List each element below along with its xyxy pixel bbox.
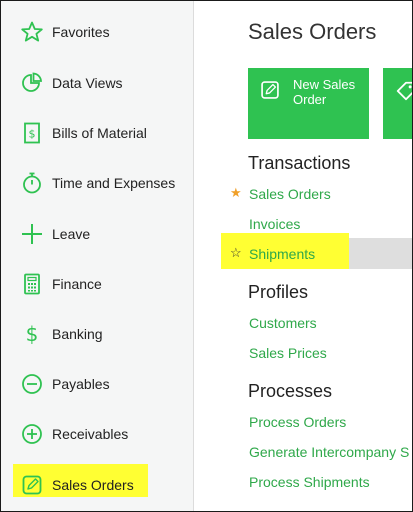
minus-circle-icon [20, 372, 44, 396]
sidebar-item-finance[interactable]: Finance [1, 264, 193, 304]
sidebar-item-label: Receivables [52, 426, 129, 442]
new-sales-order-tile[interactable]: New Sales Order [248, 68, 369, 139]
link-customers[interactable]: Customers [249, 315, 317, 331]
second-tile[interactable] [383, 68, 412, 139]
edit-icon [20, 473, 44, 497]
sidebar-item-leave[interactable]: Leave [1, 214, 193, 254]
sidebar-item-label: Bills of Material [52, 125, 147, 141]
dollar-icon: $ [20, 322, 44, 346]
link-generate-intercompany[interactable]: Generate Intercompany S [249, 444, 409, 460]
sidebar-item-banking[interactable]: $ Banking [1, 314, 193, 354]
sidebar-item-data-views[interactable]: Data Views [1, 63, 193, 103]
link-invoices[interactable]: Invoices [249, 216, 300, 232]
plus-icon [20, 222, 44, 246]
edit-icon [260, 80, 280, 100]
section-title-transactions: Transactions [248, 153, 351, 173]
star-outline-icon[interactable]: ☆ [230, 245, 242, 261]
sidebar-item-receivables[interactable]: Receivables [1, 414, 193, 454]
plus-circle-icon [20, 422, 44, 446]
section-title-processes: Processes [248, 381, 333, 401]
sidebar: Favorites Data Views $ Bills of Material… [1, 1, 194, 511]
sidebar-item-time-and-expenses[interactable]: Time and Expenses [1, 163, 193, 203]
link-process-orders[interactable]: Process Orders [249, 414, 346, 430]
tag-icon [395, 80, 412, 101]
sidebar-item-label: Favorites [52, 24, 110, 40]
calculator-icon [20, 272, 44, 296]
sidebar-item-label: Finance [52, 276, 102, 292]
sidebar-item-favorites[interactable]: Favorites [1, 12, 193, 52]
link-process-shipments[interactable]: Process Shipments [249, 474, 370, 490]
svg-text:$: $ [29, 128, 36, 141]
app-window: Favorites Data Views $ Bills of Material… [0, 0, 413, 512]
tile-label: New Sales Order [293, 77, 356, 107]
document-dollar-icon: $ [20, 121, 44, 145]
link-shipments[interactable]: Shipments [249, 246, 315, 262]
sidebar-item-label: Leave [52, 226, 91, 242]
sidebar-item-bills-of-material[interactable]: $ Bills of Material [1, 113, 193, 153]
main-content: Sales Orders New Sales Order Transaction… [194, 1, 412, 511]
section-title-profiles: Profiles [248, 282, 309, 302]
svg-text:$: $ [26, 322, 39, 346]
page-title: Sales Orders [248, 19, 377, 44]
star-icon [20, 20, 44, 44]
sidebar-item-label: Banking [52, 326, 103, 342]
sidebar-item-label: Payables [52, 376, 110, 392]
sidebar-item-sales-orders[interactable]: Sales Orders [1, 465, 193, 505]
pie-chart-icon [20, 71, 44, 95]
sidebar-item-label: Sales Orders [52, 477, 134, 493]
link-sales-prices[interactable]: Sales Prices [249, 345, 327, 361]
sidebar-item-label: Time and Expenses [52, 175, 176, 191]
sidebar-item-payables[interactable]: Payables [1, 364, 193, 404]
stopwatch-icon [20, 171, 44, 195]
favorite-star-icon[interactable]: ★ [230, 185, 242, 201]
sidebar-item-label: Data Views [52, 75, 123, 91]
link-sales-orders[interactable]: Sales Orders [249, 186, 331, 202]
